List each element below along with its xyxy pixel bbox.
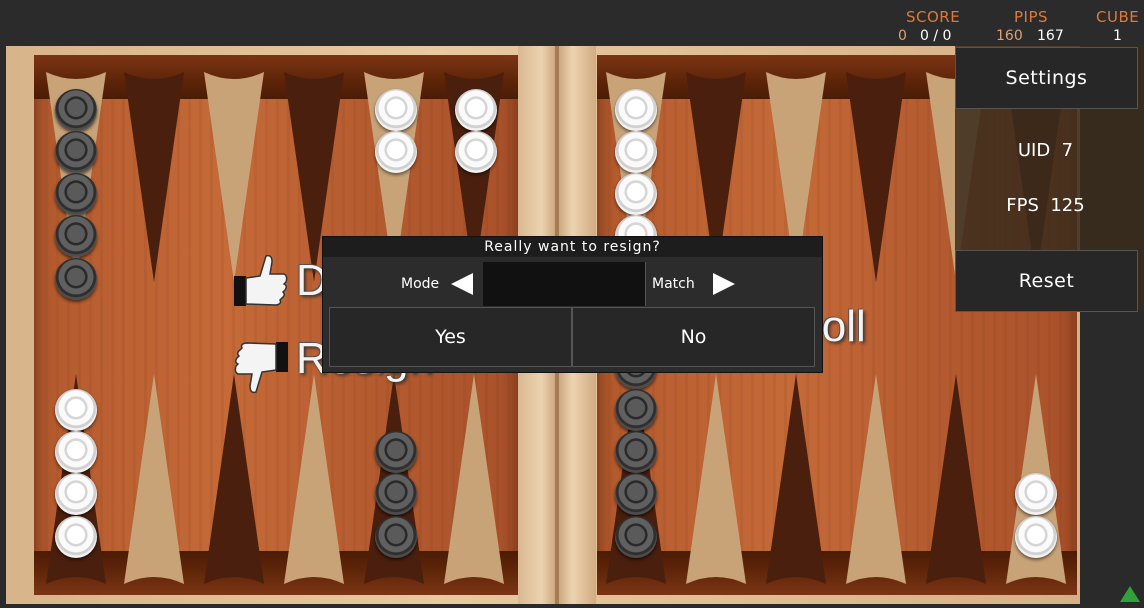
cube-value: 1 [1113, 28, 1122, 44]
point-bottom[interactable] [204, 374, 264, 584]
white-checker[interactable] [615, 89, 657, 131]
white-checker[interactable] [375, 131, 417, 173]
thumbs-down-icon[interactable] [232, 338, 290, 398]
settings-button[interactable]: Settings [955, 47, 1138, 109]
match-label: Match [652, 276, 695, 292]
fps-label: FPS [1006, 195, 1039, 216]
white-checker[interactable] [455, 89, 497, 131]
point-bottom[interactable] [284, 374, 344, 584]
score-label: SCORE [906, 8, 961, 26]
yes-button[interactable]: Yes [329, 307, 572, 367]
rail-bottom-right [597, 551, 1077, 595]
fps-value: 125 [1050, 195, 1085, 216]
black-checker[interactable] [615, 389, 657, 431]
mode-value-field [483, 262, 645, 306]
resign-dialog: Really want to resign? Mode Match Yes No [322, 236, 823, 373]
black-checker[interactable] [375, 516, 417, 558]
point-top[interactable] [124, 72, 184, 282]
mode-right-arrow-icon[interactable] [713, 273, 735, 295]
white-checker[interactable] [1015, 516, 1057, 558]
white-checker[interactable] [55, 431, 97, 473]
white-checker[interactable] [55, 389, 97, 431]
white-checker[interactable] [1015, 473, 1057, 515]
black-checker[interactable] [615, 431, 657, 473]
mode-label: Mode [401, 276, 440, 292]
pips-player: 160 [996, 28, 1023, 44]
point-bottom[interactable] [686, 374, 746, 584]
fps-display: FPS 125 [955, 195, 1136, 216]
reset-button[interactable]: Reset [955, 250, 1138, 312]
black-checker[interactable] [55, 215, 97, 257]
uid-display: UID 7 [955, 140, 1136, 161]
black-checker[interactable] [55, 131, 97, 173]
white-checker[interactable] [55, 473, 97, 515]
black-checker[interactable] [615, 516, 657, 558]
white-checker[interactable] [615, 131, 657, 173]
top-bar: SCORE 0 0 / 0 PIPS 160 167 CUBE 1 [0, 0, 1144, 46]
black-checker[interactable] [55, 89, 97, 131]
point-bottom[interactable] [846, 374, 906, 584]
score-left: 0 [898, 28, 907, 44]
black-checker[interactable] [375, 431, 417, 473]
dialog-separator [645, 262, 646, 306]
point-bottom[interactable] [444, 374, 504, 584]
pips-label: PIPS [1014, 8, 1049, 26]
status-triangle-icon [1120, 586, 1140, 602]
white-checker[interactable] [615, 173, 657, 215]
point-bottom[interactable] [926, 374, 986, 584]
uid-label: UID [1017, 140, 1051, 161]
score-value: 0 / 0 [920, 28, 952, 44]
mode-left-arrow-icon[interactable] [451, 273, 473, 295]
cube-label: CUBE [1096, 8, 1140, 26]
white-checker[interactable] [375, 89, 417, 131]
dialog-title: Really want to resign? [323, 237, 822, 257]
white-checker[interactable] [55, 516, 97, 558]
no-button[interactable]: No [572, 307, 815, 367]
point-bottom[interactable] [124, 374, 184, 584]
pips-opponent: 167 [1037, 28, 1064, 44]
point-top[interactable] [846, 72, 906, 282]
black-checker[interactable] [615, 473, 657, 515]
white-checker[interactable] [455, 131, 497, 173]
point-bottom[interactable] [766, 374, 826, 584]
black-checker[interactable] [55, 173, 97, 215]
thumbs-up-icon[interactable] [232, 250, 290, 310]
black-checker[interactable] [375, 473, 417, 515]
black-checker[interactable] [55, 258, 97, 300]
uid-value: 7 [1061, 140, 1074, 161]
